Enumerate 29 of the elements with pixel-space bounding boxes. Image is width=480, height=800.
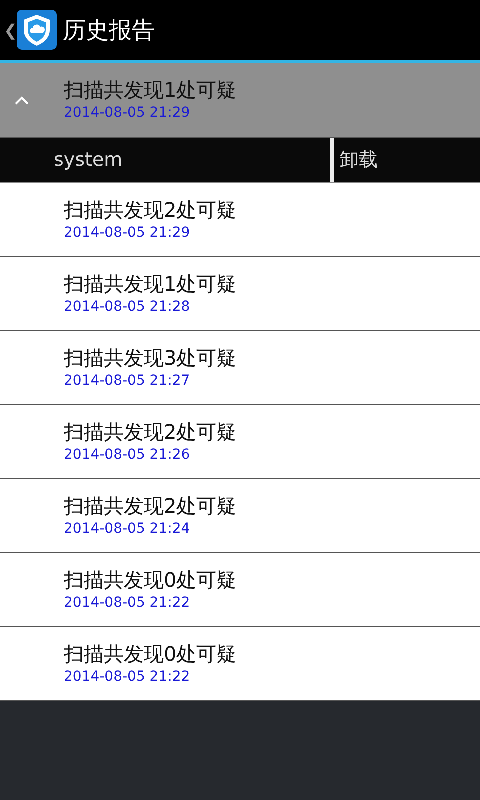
report-time: 2014-08-05 21:22 — [64, 594, 192, 612]
report-item[interactable]: 扫描共发现1处可疑 2014-08-05 21:29 — [0, 63, 480, 138]
report-item[interactable]: 扫描共发现2处可疑 2014-08-05 21:29 — [0, 183, 480, 257]
report-time: 2014-08-05 21:27 — [64, 372, 192, 390]
back-icon[interactable]: ❮ — [4, 20, 16, 40]
report-title: 扫描共发现1处可疑 — [64, 77, 237, 103]
report-title: 扫描共发现0处可疑 — [64, 566, 237, 592]
report-time: 2014-08-05 21:26 — [64, 446, 192, 464]
report-item[interactable]: 扫描共发现2处可疑 2014-08-05 21:26 — [0, 405, 480, 479]
report-time: 2014-08-05 21:29 — [64, 224, 192, 242]
report-title: 扫描共发现2处可疑 — [64, 418, 237, 444]
shield-logo-icon — [17, 10, 57, 50]
report-item[interactable]: 扫描共发现0处可疑 2014-08-05 21:22 — [0, 627, 480, 701]
report-item[interactable]: 扫描共发现1处可疑 2014-08-05 21:28 — [0, 257, 480, 331]
report-title: 扫描共发现3处可疑 — [64, 344, 237, 370]
report-title: 扫描共发现1处可疑 — [64, 270, 237, 296]
report-title: 扫描共发现2处可疑 — [64, 492, 237, 518]
report-item[interactable]: 扫描共发现0处可疑 2014-08-05 21:22 — [0, 553, 480, 627]
screen-title: 历史报告 — [63, 16, 155, 46]
report-time: 2014-08-05 21:22 — [64, 668, 192, 686]
report-item[interactable]: 扫描共发现2处可疑 2014-08-05 21:24 — [0, 479, 480, 553]
app-name: system — [54, 149, 124, 171]
report-time: 2014-08-05 21:24 — [64, 520, 192, 538]
report-title: 扫描共发现2处可疑 — [64, 196, 237, 222]
report-time: 2014-08-05 21:28 — [64, 298, 192, 316]
report-title: 扫描共发现0处可疑 — [64, 640, 237, 666]
collapse-caret-icon — [15, 96, 29, 104]
report-time: 2014-08-05 21:29 — [64, 104, 192, 123]
report-item[interactable]: 扫描共发现3处可疑 2014-08-05 21:27 — [0, 331, 480, 405]
